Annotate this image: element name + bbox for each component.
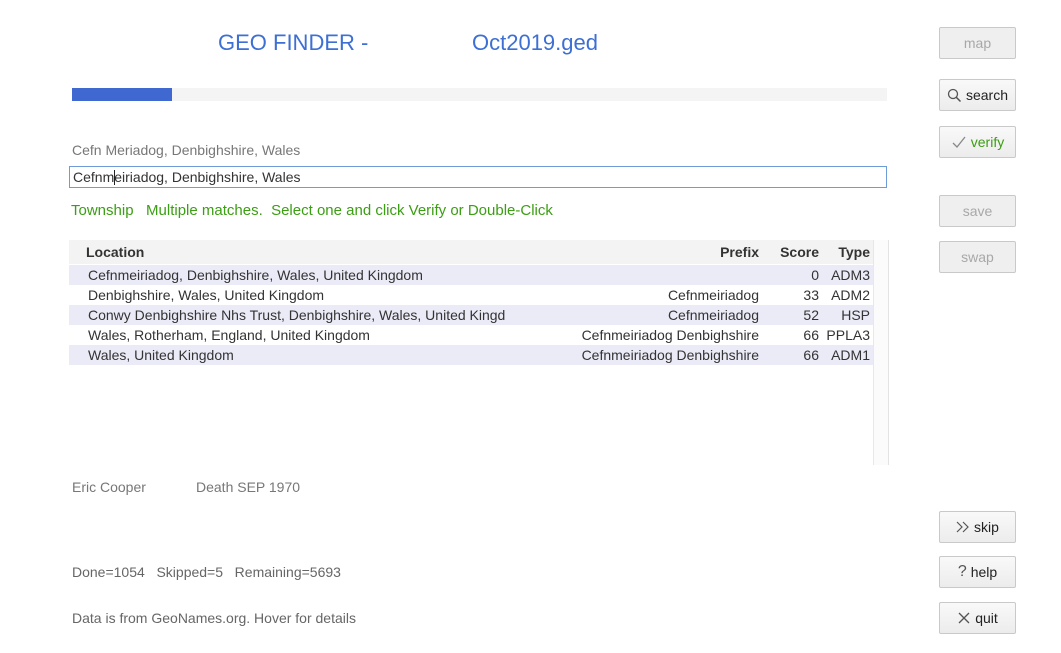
- question-mark-icon: ?: [957, 563, 967, 580]
- window-title: GEO FINDER - Oct2019.ged: [218, 30, 718, 60]
- cell-type: ADM2: [831, 287, 870, 303]
- quit-button[interactable]: quit: [939, 602, 1016, 634]
- table-row[interactable]: Denbighshire, Wales, United Kingdom Cefn…: [69, 285, 873, 305]
- verify-button[interactable]: verify: [939, 126, 1016, 158]
- cell-location: Denbighshire, Wales, United Kingdom: [88, 287, 325, 303]
- cell-location: Cefnmeiriadog, Denbighshire, Wales, Unit…: [88, 267, 423, 283]
- column-header-score[interactable]: Score: [780, 244, 819, 260]
- table-row[interactable]: Conwy Denbighshire Nhs Trust, Denbighshi…: [69, 305, 873, 325]
- help-button-label: help: [970, 564, 998, 580]
- save-button-label: save: [962, 203, 993, 219]
- quit-button-label: quit: [975, 610, 998, 626]
- help-button[interactable]: ? help: [939, 556, 1016, 588]
- progress-bar: [72, 88, 887, 101]
- cell-score: 0: [811, 267, 819, 283]
- cell-type: PPLA3: [826, 327, 870, 343]
- cell-location: Conwy Denbighshire Nhs Trust, Denbighshi…: [88, 307, 506, 323]
- data-source-note[interactable]: Data is from GeoNames.org. Hover for det…: [72, 610, 356, 626]
- checkmark-icon: [951, 135, 967, 149]
- table-header: Location Prefix Score Type: [69, 240, 873, 264]
- table-row[interactable]: Wales, United Kingdom Cefnmeiriadog Denb…: [69, 345, 873, 365]
- skip-button-label: skip: [974, 519, 999, 535]
- map-button[interactable]: map: [939, 27, 1016, 59]
- column-header-prefix[interactable]: Prefix: [720, 244, 759, 260]
- progress-counts: Done=1054 Skipped=5 Remaining=5693: [72, 564, 341, 580]
- verify-button-label: verify: [970, 134, 1005, 150]
- status-message: Township Multiple matches. Select one an…: [71, 202, 553, 219]
- x-icon: [957, 611, 971, 625]
- table-row[interactable]: Wales, Rotherham, England, United Kingdo…: [69, 325, 873, 345]
- original-place-text: Cefn Meriadog, Denbighshire, Wales: [72, 142, 301, 158]
- cell-score: 66: [803, 327, 819, 343]
- swap-button[interactable]: swap: [939, 241, 1016, 273]
- person-name: Eric Cooper: [72, 479, 146, 495]
- skip-button[interactable]: skip: [939, 511, 1016, 543]
- map-button-label: map: [963, 35, 992, 51]
- magnifier-icon: [947, 88, 962, 103]
- cell-type: ADM3: [831, 267, 870, 283]
- text-cursor: [114, 170, 115, 185]
- place-edit-input[interactable]: [69, 166, 887, 188]
- cell-type: ADM1: [831, 347, 870, 363]
- title-prefix: GEO FINDER -: [218, 30, 369, 55]
- cell-prefix: Cefnmeiriadog Denbighshire: [581, 327, 759, 343]
- table-scrollbar[interactable]: [873, 240, 888, 465]
- double-chevron-right-icon: [956, 521, 970, 533]
- cell-prefix: Cefnmeiriadog: [667, 287, 759, 303]
- cell-score: 52: [803, 307, 819, 323]
- search-button[interactable]: search: [939, 79, 1016, 111]
- cell-location: Wales, Rotherham, England, United Kingdo…: [88, 327, 370, 343]
- cell-type: HSP: [841, 307, 870, 323]
- swap-button-label: swap: [961, 249, 994, 265]
- cell-prefix: Cefnmeiriadog Denbighshire: [581, 347, 759, 363]
- title-file: Oct2019.ged: [472, 30, 598, 55]
- column-header-location[interactable]: Location: [86, 244, 144, 260]
- column-header-type[interactable]: Type: [838, 244, 870, 260]
- cell-location: Wales, United Kingdom: [88, 347, 234, 363]
- cell-prefix: Cefnmeiriadog: [667, 307, 759, 323]
- table-row[interactable]: Cefnmeiriadog, Denbighshire, Wales, Unit…: [69, 265, 873, 285]
- progress-fill: [72, 88, 173, 101]
- search-button-label: search: [965, 87, 1009, 103]
- results-table[interactable]: Location Prefix Score Type Cefnmeiriadog…: [69, 240, 889, 465]
- cell-score: 66: [803, 347, 819, 363]
- person-event: Death SEP 1970: [196, 479, 301, 495]
- save-button[interactable]: save: [939, 195, 1016, 227]
- cell-score: 33: [803, 287, 819, 303]
